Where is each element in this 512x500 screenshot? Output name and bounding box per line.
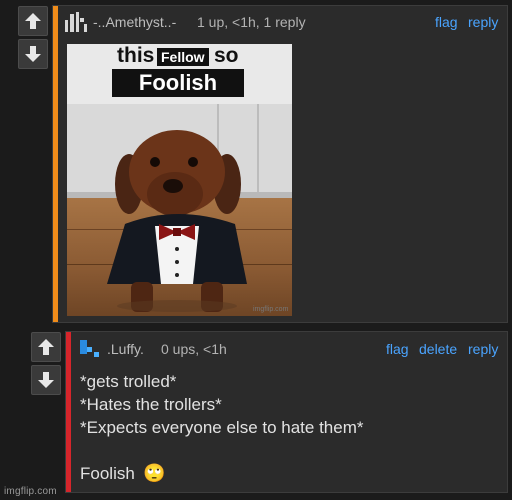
meme-top-word-left: this — [117, 44, 155, 67]
meme-image-watermark: imgflip.com — [253, 306, 289, 313]
comment-line: *gets trolled* — [80, 372, 177, 391]
comment-header: -..Amethyst..- 1 up, <1h, 1 reply flag r… — [53, 6, 507, 36]
vote-column-2 — [31, 332, 61, 395]
flag-link[interactable]: flag — [386, 341, 409, 357]
comment-line: *Hates the trollers* — [80, 395, 222, 414]
meme-caption-box: Fellow — [157, 48, 209, 66]
arrow-down-icon — [38, 372, 54, 388]
vote-column-1 — [18, 6, 48, 69]
username-link[interactable]: .Luffy. — [107, 341, 144, 357]
reply-link[interactable]: reply — [468, 341, 498, 357]
meme-bottom-caption: Foolish — [112, 69, 244, 97]
downvote-button[interactable] — [31, 365, 61, 395]
meme-image[interactable]: this Fellow so Foolish imgflip.com — [67, 44, 292, 316]
comment-body: *gets trolled* *Hates the trollers* *Exp… — [80, 370, 364, 485]
eye-roll-emoji: 🙄 — [143, 463, 166, 483]
comment-thread-bar — [53, 6, 58, 322]
flag-link[interactable]: flag — [435, 14, 458, 30]
arrow-up-icon — [25, 13, 41, 29]
meme-top-word-right: so — [214, 44, 239, 67]
comment-line: Foolish — [80, 464, 135, 483]
upvote-button[interactable] — [18, 6, 48, 36]
downvote-button[interactable] — [18, 39, 48, 69]
comment-meta: 0 ups, <1h — [161, 341, 227, 357]
comment-1: -..Amethyst..- 1 up, <1h, 1 reply flag r… — [52, 5, 508, 323]
arrow-up-icon — [38, 339, 54, 355]
pixel-blocks-icon — [80, 340, 99, 357]
pixel-pillar-icon — [65, 12, 87, 32]
comment-line-blank — [80, 439, 364, 462]
comment-last-line: Foolish 🙄 — [80, 462, 364, 485]
reply-link[interactable]: reply — [468, 14, 498, 30]
upvote-button[interactable] — [31, 332, 61, 362]
delete-link[interactable]: delete — [419, 341, 457, 357]
arrow-down-icon — [25, 46, 41, 62]
comment-2: .Luffy. 0 ups, <1h flag delete reply *ge… — [65, 331, 508, 493]
comment-line: *Expects everyone else to hate them* — [80, 418, 364, 437]
username-link[interactable]: -..Amethyst..- — [93, 14, 176, 30]
comment-meta: 1 up, <1h, 1 reply — [197, 14, 306, 30]
comment-header: .Luffy. 0 ups, <1h flag delete reply — [66, 332, 507, 362]
imgflip-watermark: imgflip.com — [4, 486, 57, 497]
